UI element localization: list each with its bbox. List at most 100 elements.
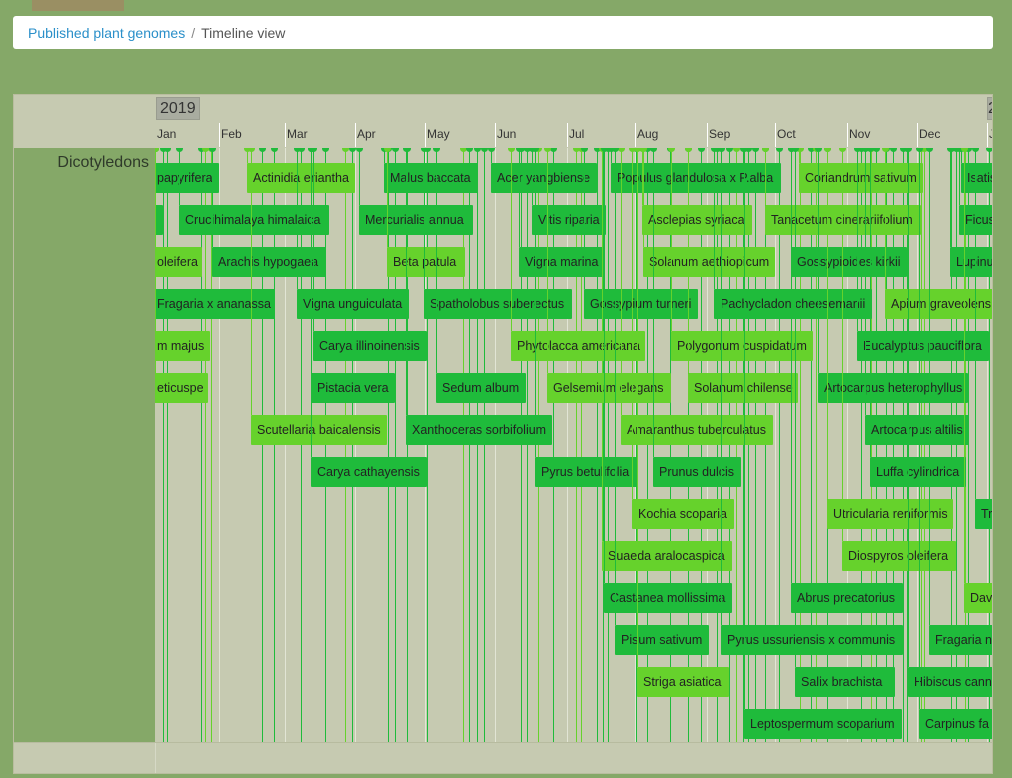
- timeline-item-genome[interactable]: eticuspe: [155, 373, 208, 403]
- timeline-connector-line: [924, 148, 925, 742]
- timeline-item-genome[interactable]: Castanea mollissima: [604, 583, 732, 613]
- timeline-date-dot: [926, 148, 933, 152]
- timeline-item-genome[interactable]: Fragaria x ananassa: [155, 289, 275, 319]
- timeline-item-genome[interactable]: Diospyros oleifera: [842, 541, 956, 571]
- timeline-item-genome[interactable]: Eucalyptus pauciflora: [857, 331, 989, 361]
- timeline-item-genome[interactable]: Amaranthus tuberculatus: [621, 415, 773, 445]
- timeline-items-area[interactable]: papyrifera Actinidia eriantha Malus baccat…: [155, 148, 992, 742]
- timeline-item-genome[interactable]: Asclepias syriaca: [642, 205, 752, 235]
- timeline-date-dot: [392, 148, 399, 152]
- timeline-connector-line: [436, 148, 437, 373]
- timeline-date-dot: [618, 148, 625, 152]
- timeline-connector-line: [345, 148, 346, 742]
- timeline-item-genome[interactable]: Solanum aethiopicum: [643, 247, 775, 277]
- timeline-item-genome[interactable]: Salix brachista: [795, 667, 895, 697]
- timeline-item-genome[interactable]: Pyrus ussuriensis x communis: [721, 625, 903, 655]
- timeline-item-genome[interactable]: Carpinus fa: [919, 709, 992, 739]
- timeline-item-genome[interactable]: Beta patula: [387, 247, 465, 277]
- timeline-item-genome[interactable]: Pachycladon cheesemanii: [714, 289, 872, 319]
- timeline-date-dot: [839, 148, 846, 152]
- month-gridline: [917, 148, 918, 742]
- month-tick: [847, 123, 848, 147]
- month-tick: [775, 123, 776, 147]
- timeline-item-genome[interactable]: Vitis riparia: [532, 205, 606, 235]
- timeline-item-genome[interactable]: Kochia scoparia: [632, 499, 734, 529]
- month-label: J: [989, 127, 992, 141]
- timeline-item-genome[interactable]: Pistacia vera: [311, 373, 395, 403]
- timeline-connector-line: [857, 148, 858, 331]
- timeline-item-genome[interactable]: Artocarpus altilis: [865, 415, 969, 445]
- timeline-item-genome[interactable]: Utricularia reniformis: [827, 499, 953, 529]
- timeline-item-genome[interactable]: Isatis: [961, 163, 992, 193]
- timeline-item-genome[interactable]: Spatholobus suberectus: [424, 289, 572, 319]
- top-banner: [32, 0, 124, 11]
- timeline-item-genome[interactable]: Luffa cylindrica: [870, 457, 966, 487]
- timeline-item-genome[interactable]: Apium graveolens: [885, 289, 992, 319]
- month-label: Apr: [357, 127, 376, 141]
- month-tick: [635, 123, 636, 147]
- month-tick: [987, 123, 988, 147]
- timeline-item-genome[interactable]: Prunus dulcis: [653, 457, 741, 487]
- timeline-item-genome[interactable]: Artocarpus heterophyllus: [818, 373, 968, 403]
- timeline-item-genome[interactable]: Carya cathayensis: [311, 457, 427, 487]
- next-year-label: 2: [987, 97, 992, 120]
- timeline-connector-line: [608, 148, 609, 742]
- timeline-item-genome[interactable]: Pisum sativum: [615, 625, 709, 655]
- timeline-item-genome[interactable]: Tr: [975, 499, 992, 529]
- timeline-item-genome[interactable]: papyrifera: [155, 163, 219, 193]
- timeline-item-genome[interactable]: Vigna marina: [519, 247, 605, 277]
- timeline-item-genome[interactable]: [155, 205, 163, 235]
- timeline-date-dot: [762, 148, 769, 152]
- timeline-item-genome[interactable]: Xanthoceras sorbifolium: [406, 415, 552, 445]
- timeline-connector-line: [921, 148, 922, 742]
- timeline-connector-line: [643, 148, 644, 247]
- timeline-item-genome[interactable]: m majus: [155, 331, 210, 361]
- timeline-date-dot: [271, 148, 278, 152]
- timeline-connector-line: [714, 148, 715, 289]
- timeline-item-genome[interactable]: Suaeda aralocaspica: [602, 541, 732, 571]
- timeline-panel[interactable]: Dicotyledons 2019 2 Jan Feb Mar Apr May Jun Ju…: [13, 94, 993, 774]
- timeline-item-genome[interactable]: Leptospermum scoparium: [744, 709, 902, 739]
- month-label: Aug: [637, 127, 659, 141]
- month-gridline: [495, 148, 496, 742]
- timeline-item-genome[interactable]: Striga asiatica: [637, 667, 729, 697]
- timeline-date-dot: [164, 148, 171, 152]
- timeline-date-dot: [544, 148, 551, 152]
- timeline-item-genome[interactable]: Phytolacca americana: [511, 331, 645, 361]
- timeline-item-genome[interactable]: Hibiscus cann: [908, 667, 992, 697]
- timeline-connector-line: [553, 148, 554, 742]
- timeline-connector-line: [929, 148, 930, 625]
- timeline-item-genome[interactable]: Fragaria n: [929, 625, 992, 655]
- timeline-item-genome[interactable]: Carya illinoinensis: [313, 331, 427, 361]
- month-tick: [707, 123, 708, 147]
- timeline-item-genome[interactable]: oleifera: [155, 247, 202, 277]
- timeline-connector-line: [842, 148, 843, 541]
- timeline-item-genome[interactable]: Solanum chilense: [688, 373, 798, 403]
- timeline-item-genome[interactable]: Acer yangbiense: [491, 163, 597, 193]
- timeline-item-genome[interactable]: Abrus precatorius: [791, 583, 903, 613]
- timeline-item-genome[interactable]: Actinidia eriantha: [247, 163, 355, 193]
- year-label: 2019: [156, 97, 200, 120]
- timeline-item-genome[interactable]: Lupinus: [950, 247, 992, 277]
- timeline-item-genome[interactable]: Mercurialis annua: [359, 205, 473, 235]
- timeline-connector-line: [791, 148, 792, 583]
- timeline-item-genome[interactable]: Crucihimalaya himalaica: [179, 205, 329, 235]
- timeline-item-genome[interactable]: Malus baccata: [384, 163, 478, 193]
- timeline-item-genome[interactable]: Davi: [964, 583, 992, 613]
- timeline-item-genome[interactable]: Tanacetum cinerariifolium: [765, 205, 921, 235]
- breadcrumb-link-published-plant-genomes[interactable]: Published plant genomes: [28, 25, 185, 41]
- timeline-date-dot: [155, 148, 159, 152]
- timeline-connector-line: [297, 148, 298, 289]
- timeline-connector-line: [547, 148, 548, 373]
- timeline-connector-line: [602, 148, 603, 541]
- group-label-dicotyledons: Dicotyledons: [57, 154, 149, 171]
- timeline-connector-line: [251, 148, 252, 415]
- timeline-connector-line: [903, 148, 904, 742]
- timeline-date-dot: [873, 148, 880, 152]
- timeline-item-genome[interactable]: Scutellaria baicalensis: [251, 415, 387, 445]
- timeline-item-genome[interactable]: Sedum album: [436, 373, 526, 403]
- timeline-date-dot: [474, 148, 481, 152]
- timeline-item-genome[interactable]: Arachis hypogaea: [212, 247, 326, 277]
- timeline-item-genome[interactable]: Pyrus betulifolia: [535, 457, 637, 487]
- timeline-item-genome[interactable]: Gossypioides kirkii: [791, 247, 907, 277]
